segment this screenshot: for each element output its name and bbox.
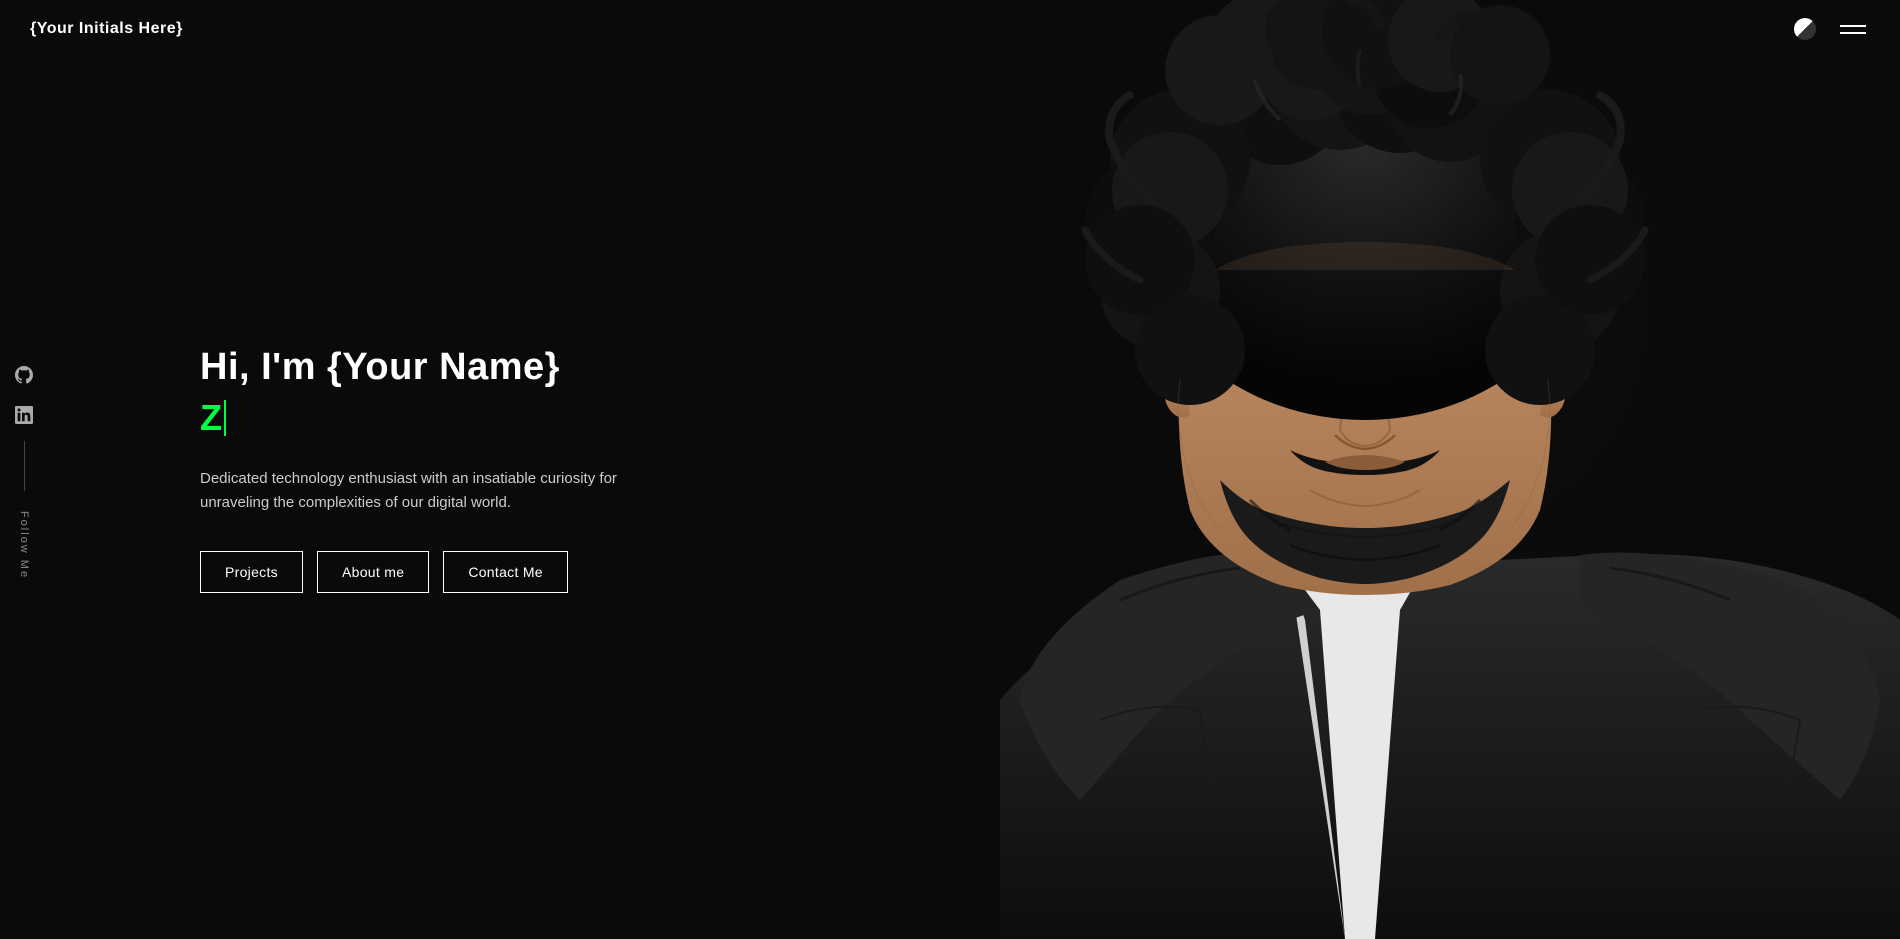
main-content: Hi, I'm {Your Name} Z Dedicated technolo… bbox=[0, 0, 1900, 939]
about-me-button[interactable]: About me bbox=[317, 551, 429, 593]
header: {Your Initials Here} bbox=[0, 0, 1900, 58]
hamburger-menu-button[interactable] bbox=[1836, 21, 1870, 38]
sidebar-social: Follow Me bbox=[0, 340, 48, 598]
hamburger-line-1 bbox=[1840, 25, 1866, 27]
hero-section: Hi, I'm {Your Name} Z Dedicated technolo… bbox=[200, 346, 660, 593]
portrait-container bbox=[800, 0, 1900, 939]
hero-buttons: Projects About me Contact Me bbox=[200, 551, 660, 593]
hero-greeting: Hi, I'm {Your Name} bbox=[200, 346, 660, 389]
linkedin-link[interactable] bbox=[10, 400, 38, 428]
linkedin-icon bbox=[15, 405, 33, 423]
anime-character-portrait bbox=[800, 0, 1900, 939]
follow-me-label: Follow Me bbox=[18, 510, 30, 578]
github-icon bbox=[15, 365, 33, 383]
header-right bbox=[1794, 18, 1870, 40]
hamburger-line-2 bbox=[1840, 32, 1866, 34]
hero-typed-text: Z bbox=[200, 397, 660, 439]
theme-toggle-button[interactable] bbox=[1794, 18, 1816, 40]
github-link[interactable] bbox=[10, 360, 38, 388]
typed-character: Z bbox=[200, 397, 222, 439]
logo: {Your Initials Here} bbox=[30, 20, 183, 38]
social-divider bbox=[24, 440, 25, 490]
projects-button[interactable]: Projects bbox=[200, 551, 303, 593]
hero-description: Dedicated technology enthusiast with an … bbox=[200, 467, 660, 515]
typing-cursor bbox=[224, 400, 226, 436]
contact-me-button[interactable]: Contact Me bbox=[443, 551, 568, 593]
